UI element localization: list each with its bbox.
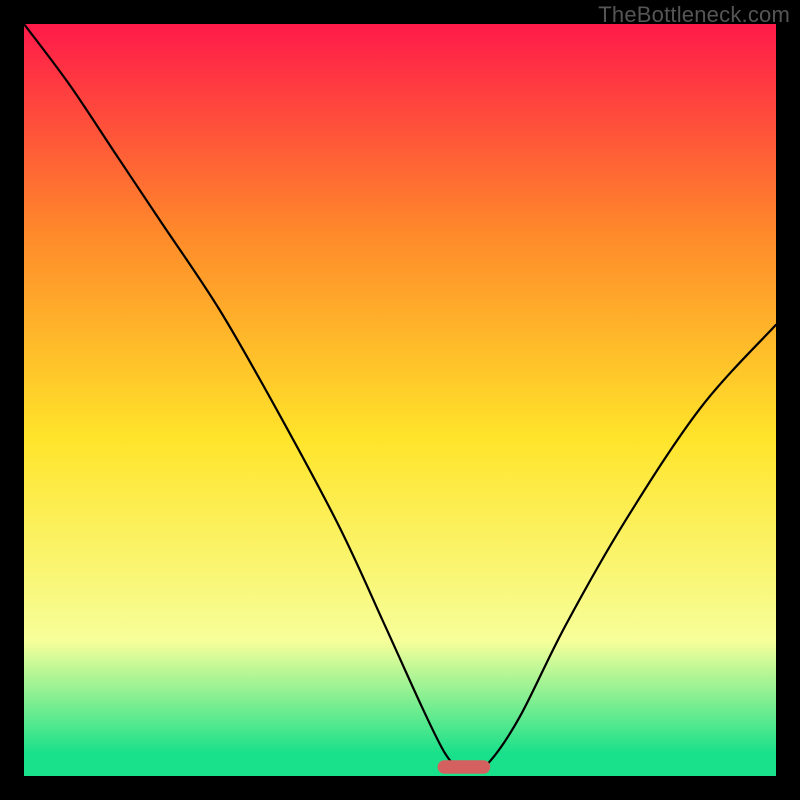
chart-svg [24, 24, 776, 776]
chart-frame: TheBottleneck.com [0, 0, 800, 800]
chart-background [24, 24, 776, 776]
trough-marker [438, 760, 491, 774]
plot-area [24, 24, 776, 776]
